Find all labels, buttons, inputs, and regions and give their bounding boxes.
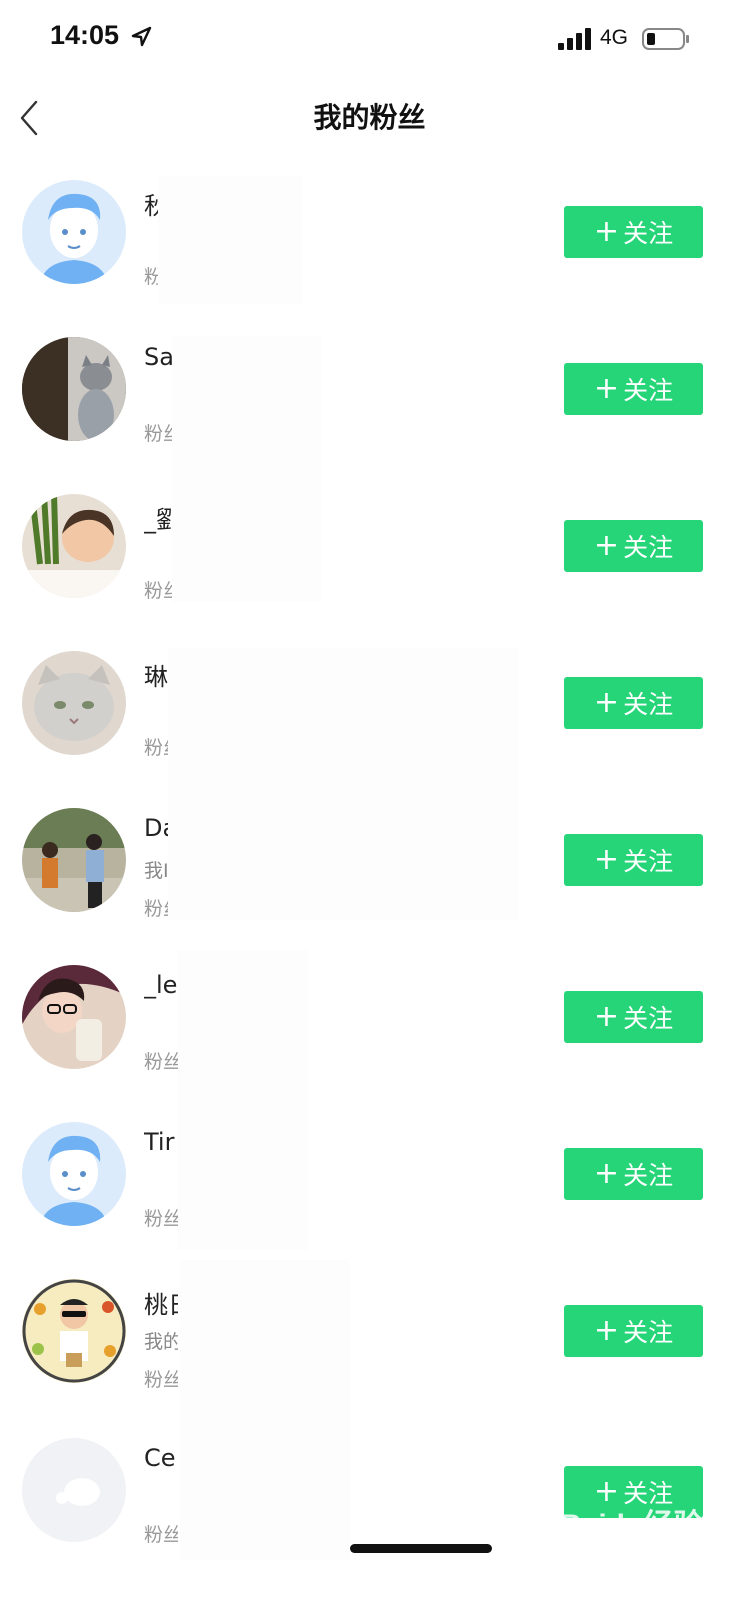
baidu-watermark: Baidu经验 bbox=[560, 1509, 704, 1542]
default-avatar-icon bbox=[22, 1122, 126, 1226]
follow-button[interactable]: + 关注 bbox=[564, 520, 703, 572]
avatar[interactable] bbox=[22, 1438, 126, 1542]
boy-food-photo-icon bbox=[22, 1279, 126, 1383]
plus-icon: + bbox=[593, 999, 620, 1034]
fan-name: _le bbox=[144, 971, 178, 999]
avatar[interactable] bbox=[22, 808, 126, 912]
follow-label: 关注 bbox=[623, 376, 674, 405]
follow-button[interactable]: + 关注 bbox=[564, 363, 703, 415]
couple-photo-icon bbox=[22, 808, 126, 912]
redaction-block bbox=[178, 950, 308, 1250]
follow-button[interactable]: + 关注 bbox=[564, 1148, 703, 1200]
fan-name: Tir bbox=[144, 1128, 175, 1156]
avatar[interactable] bbox=[22, 337, 126, 441]
fan-count-label: 粉丝 bbox=[144, 1524, 178, 1546]
status-time: 14:05 bbox=[50, 20, 120, 50]
follow-label: 关注 bbox=[623, 1318, 674, 1347]
white-cat-photo-icon bbox=[22, 651, 126, 755]
redaction-block bbox=[168, 648, 518, 920]
follow-button[interactable]: + 关注 bbox=[564, 677, 703, 729]
fan-row[interactable]: 秋 粉 + 关注 bbox=[0, 158, 739, 315]
avatar[interactable] bbox=[22, 651, 126, 755]
fan-bio: 我的 bbox=[144, 1331, 178, 1353]
plus-icon: + bbox=[593, 1156, 620, 1191]
avatar[interactable] bbox=[22, 1279, 126, 1383]
plus-icon: + bbox=[593, 528, 620, 563]
follow-label: 关注 bbox=[623, 847, 674, 876]
follow-label: 关注 bbox=[623, 219, 674, 248]
fan-count-label: 粉丝 bbox=[144, 1369, 178, 1391]
fan-name: 桃日 bbox=[144, 1291, 178, 1319]
page-title: 我的粉丝 bbox=[313, 101, 426, 134]
plus-icon: + bbox=[593, 214, 620, 249]
fan-name: Ce bbox=[144, 1444, 176, 1472]
follow-label: 关注 bbox=[623, 533, 674, 562]
network-type-label: 4G bbox=[600, 26, 629, 49]
avatar[interactable] bbox=[22, 1122, 126, 1226]
fan-row[interactable]: Tir 粉丝 + 关注 bbox=[0, 1100, 739, 1257]
plus-icon: + bbox=[593, 685, 620, 720]
redaction-block bbox=[180, 1260, 350, 1560]
follow-button[interactable]: + 关注 bbox=[564, 206, 703, 258]
cat-photo-icon bbox=[22, 337, 126, 441]
navigation-bar: 我的粉丝 bbox=[0, 82, 739, 154]
girl-glasses-photo-icon bbox=[22, 965, 126, 1069]
home-indicator[interactable] bbox=[350, 1544, 492, 1553]
fan-row[interactable]: _劉 粉丝 + 关注 bbox=[0, 472, 739, 629]
faded-avatar-icon bbox=[22, 1438, 126, 1542]
location-arrow-icon bbox=[131, 26, 152, 47]
redaction-block bbox=[172, 336, 322, 602]
fan-row[interactable]: Sa 粉丝 + 关注 bbox=[0, 315, 739, 472]
avatar[interactable] bbox=[22, 494, 126, 598]
fan-row[interactable]: 桃日 我的 粉丝 +关注 bbox=[0, 1257, 739, 1414]
plus-icon: + bbox=[593, 1313, 620, 1348]
default-avatar-icon bbox=[22, 180, 126, 284]
fan-count-label: 粉丝 bbox=[144, 1051, 178, 1073]
follow-label: 关注 bbox=[623, 1004, 674, 1033]
redaction-block bbox=[158, 176, 302, 304]
fan-row[interactable]: _le 粉丝 + 关注 bbox=[0, 943, 739, 1100]
status-bar: 14:05 4G bbox=[0, 0, 739, 82]
battery-icon bbox=[642, 28, 689, 50]
avatar[interactable] bbox=[22, 180, 126, 284]
plus-icon: + bbox=[593, 371, 620, 406]
follow-button[interactable]: + 关注 bbox=[564, 1305, 703, 1357]
avatar[interactable] bbox=[22, 965, 126, 1069]
cellular-signal-icon bbox=[558, 28, 591, 50]
follow-label: 关注 bbox=[623, 690, 674, 719]
fan-count-label: 粉丝 bbox=[144, 1208, 178, 1230]
follow-button[interactable]: + 关注 bbox=[564, 991, 703, 1043]
follow-button[interactable]: + 关注 bbox=[564, 834, 703, 886]
plus-icon: + bbox=[593, 842, 620, 877]
follow-label: 关注 bbox=[623, 1161, 674, 1190]
baby-photo-icon bbox=[22, 494, 126, 598]
